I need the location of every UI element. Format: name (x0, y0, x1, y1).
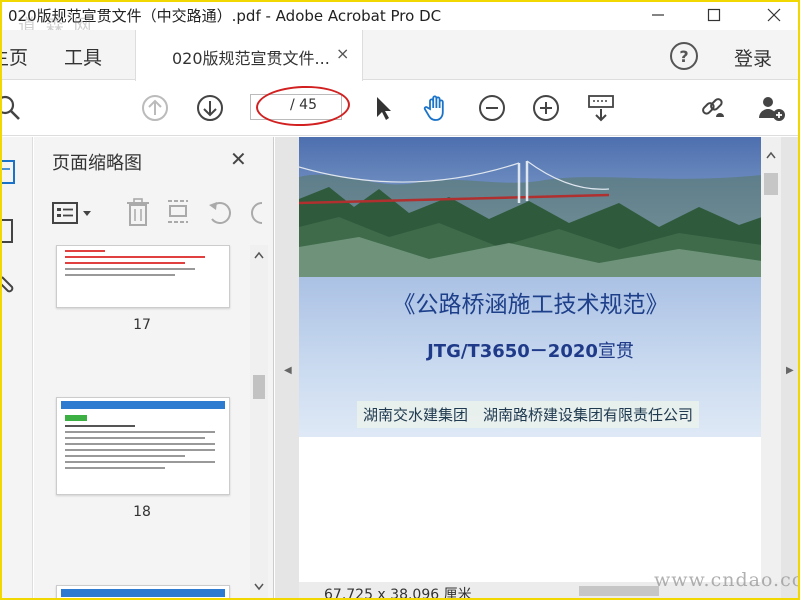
zoom-out-icon[interactable] (477, 93, 507, 123)
left-icon-strip (0, 137, 33, 600)
thumbnail-scrollbar[interactable] (250, 245, 268, 600)
document-area: ◀ 《公路桥涵施工技术规范》 JTG/T3650－2020宣贯 湖南交水建集团 … (275, 137, 800, 600)
zoom-search-icon[interactable] (0, 93, 24, 123)
doc-scroll-up-icon[interactable] (766, 151, 776, 159)
document-publisher: 湖南交水建集团 湖南路桥建设集团有限责任公司 (357, 401, 700, 428)
watermark-bottom: www.cndao.com (654, 569, 800, 591)
minimize-icon[interactable] (636, 0, 680, 30)
thumbnail-list[interactable]: 17 18 (34, 245, 250, 600)
document-scrollbar[interactable] (761, 137, 781, 582)
tools-menu[interactable]: 工具 (64, 43, 102, 70)
home-menu[interactable]: 主页 (0, 43, 28, 70)
insert-page-icon[interactable] (164, 197, 192, 233)
delete-page-icon[interactable] (124, 197, 152, 233)
document-tab[interactable]: 020版规范宣贯文件... × (135, 30, 363, 81)
zoom-in-icon[interactable] (531, 93, 561, 123)
thumbnail-number: 17 (133, 317, 151, 333)
toolbar (0, 81, 800, 136)
cover-image: 《公路桥涵施工技术规范》 JTG/T3650－2020宣贯 湖南交水建集团 湖南… (299, 137, 762, 437)
collapse-left-icon[interactable]: ◀ (284, 365, 292, 376)
document-tab-label: 020版规范宣贯文件... (172, 49, 330, 68)
hand-tool-icon[interactable] (422, 93, 452, 123)
thumbnail-tools (34, 193, 274, 233)
document-code-suffix: 宣贯 (597, 341, 634, 362)
rotate-cw-icon[interactable] (248, 199, 268, 231)
panel-title: 页面缩略图 (52, 153, 142, 174)
rotate-ccw-icon[interactable] (206, 199, 234, 231)
page-dimensions: 67.725 x 38.096 厘米 (324, 587, 472, 600)
page-thumbnails-icon[interactable] (0, 157, 22, 191)
add-user-icon[interactable] (756, 93, 786, 123)
thumbnail-page-next[interactable] (56, 585, 230, 600)
close-icon[interactable] (752, 0, 796, 30)
options-menu-icon[interactable] (52, 199, 96, 231)
thumbnail-page-17[interactable] (56, 245, 230, 308)
thumbnail-number: 18 (133, 504, 151, 520)
document-title: 《公路桥涵施工技术规范》 (392, 292, 669, 318)
next-page-icon[interactable] (195, 93, 225, 123)
document-code: JTG/T3650－2020宣贯 (299, 337, 762, 363)
thumbnail-page-18[interactable] (56, 397, 230, 495)
document-code-bold: JTG/T3650－2020 (427, 341, 598, 362)
title-bar: 020版规范宣贯文件（中交路通）.pdf - Adobe Acrobat Pro… (0, 0, 800, 37)
link-icon[interactable] (698, 93, 728, 123)
expand-right-icon[interactable]: ▶ (786, 365, 794, 376)
maximize-icon[interactable] (692, 0, 736, 30)
prev-page-icon[interactable] (140, 93, 170, 123)
attachments-icon[interactable] (0, 269, 22, 303)
help-icon[interactable]: ? (670, 42, 698, 70)
login-button[interactable]: 登录 (734, 44, 772, 71)
scroll-up-icon[interactable] (254, 251, 264, 259)
bookmarks-icon[interactable] (0, 217, 22, 251)
pdf-page[interactable]: 《公路桥涵施工技术规范》 JTG/T3650－2020宣贯 湖南交水建集团 湖南… (299, 137, 762, 582)
panel-close-icon[interactable]: ✕ (230, 147, 247, 171)
keyboard-icon[interactable] (586, 93, 616, 123)
tab-close-icon[interactable]: × (336, 44, 349, 63)
thumbnails-panel: 页面缩略图 ✕ 17 18 (34, 137, 274, 600)
select-cursor-icon[interactable] (368, 93, 398, 123)
scroll-down-icon[interactable] (254, 583, 264, 591)
